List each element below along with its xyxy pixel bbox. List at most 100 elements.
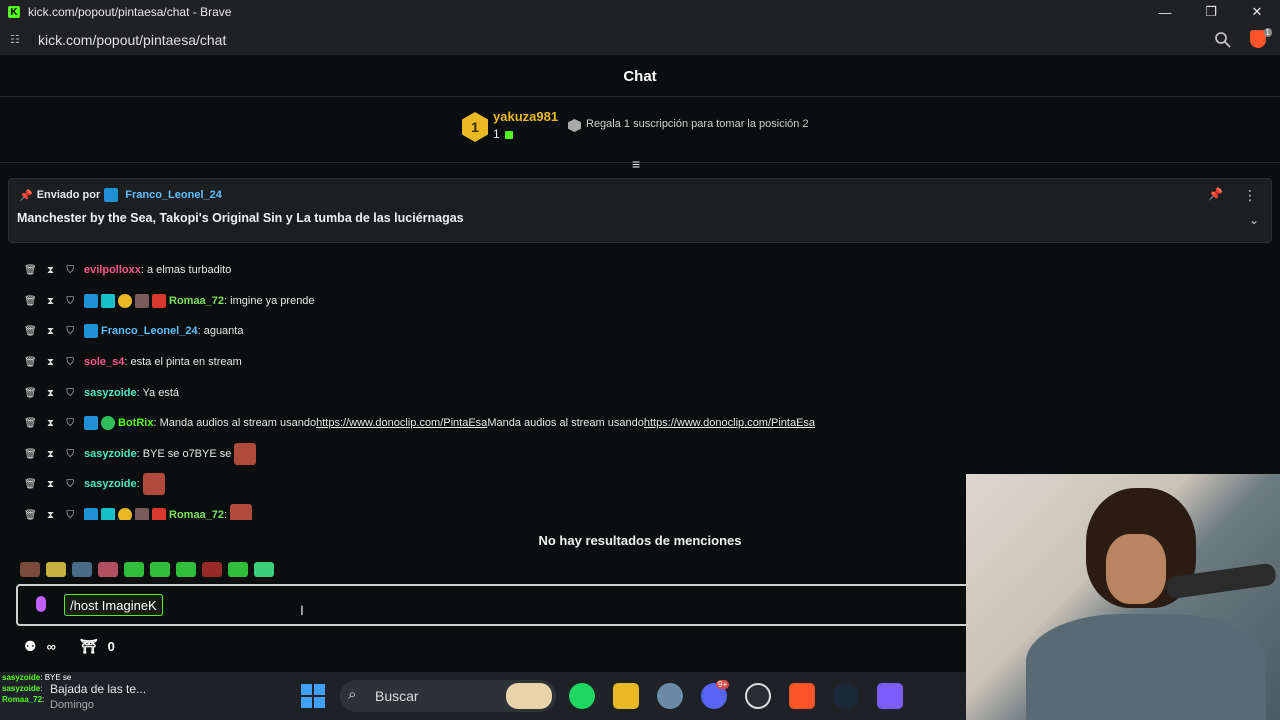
more-options-icon[interactable]: ⋮ (1243, 187, 1257, 204)
chat-message: 🗑 ⧗ ⛉ BotRix: Manda audios al stream usand… (24, 412, 815, 434)
timeout-icon[interactable]: ⧗ (45, 510, 57, 521)
message-text: : BYE se o7BYE se (136, 448, 232, 460)
donoclip-link[interactable]: https://www.donoclip.com/PintaEsa (644, 417, 815, 429)
timeout-icon[interactable]: ⧗ (45, 449, 57, 460)
delete-icon[interactable]: 🗑 (24, 296, 37, 307)
pinned-username[interactable]: Franco_Leonel_24 (125, 189, 222, 201)
chat-input[interactable]: /host ImagineK I (16, 584, 1016, 626)
emote-icon[interactable] (124, 562, 144, 577)
windows-start-icon[interactable] (301, 684, 325, 708)
pinned-message[interactable]: 📌 Enviado por Franco_Leonel_24 Mancheste… (8, 178, 1272, 243)
emote-icon[interactable] (202, 562, 222, 577)
leader-promo-text[interactable]: Regala 1 suscripción para tomar la posic… (586, 118, 809, 130)
message-username[interactable]: sole_s4 (84, 356, 124, 368)
emote-icon[interactable] (228, 562, 248, 577)
delete-icon[interactable]: 🗑 (24, 388, 37, 399)
message-text: : (224, 509, 228, 520)
url-text[interactable]: kick.com/popout/pintaesa/chat (38, 32, 226, 48)
chevron-down-icon[interactable]: ⌄ (1249, 213, 1259, 227)
ban-icon[interactable]: ⛉ (64, 510, 76, 521)
minimize-button[interactable]: — (1142, 0, 1188, 24)
gifter-badge-icon (118, 294, 132, 308)
ban-icon[interactable]: ⛉ (64, 479, 76, 490)
message-username[interactable]: Franco_Leonel_24 (101, 325, 198, 337)
emote-icon[interactable] (150, 562, 170, 577)
moderator-badge-icon (104, 188, 119, 202)
microphone-icon[interactable] (36, 596, 46, 612)
command-chip[interactable]: /host ImagineK (64, 594, 163, 616)
leader-username[interactable]: yakuza981 (493, 109, 558, 124)
search-placeholder[interactable]: Buscar (375, 688, 419, 704)
delete-icon[interactable]: 🗑 (24, 418, 37, 429)
timeout-icon[interactable]: ⧗ (45, 265, 57, 276)
message-username[interactable]: sasyzoide (84, 448, 137, 460)
ban-icon[interactable]: ⛉ (64, 265, 76, 276)
emote-icon[interactable] (20, 562, 40, 577)
steam-icon[interactable] (833, 683, 859, 709)
donoclip-link[interactable]: https://www.donoclip.com/PintaEsa (316, 417, 487, 429)
obs-icon[interactable] (745, 683, 771, 709)
settings-icon[interactable] (657, 683, 683, 709)
emote-icon[interactable] (98, 562, 118, 577)
emote-icon[interactable] (46, 562, 66, 577)
emote-icon[interactable] (72, 562, 92, 577)
unpin-icon[interactable]: 📌 (1208, 187, 1223, 201)
address-bar[interactable]: ☷ kick.com/popout/pintaesa/chat 1 (0, 24, 1280, 56)
delete-icon[interactable]: 🗑 (24, 479, 37, 490)
window-controls: — ❐ ✕ (1142, 0, 1280, 24)
timeout-icon[interactable]: ⧗ (45, 418, 57, 429)
delete-icon[interactable]: 🗑 (24, 265, 37, 276)
gift-box-icon[interactable]: ⛩ (80, 638, 98, 655)
emote-icon[interactable] (176, 562, 196, 577)
brave-taskbar-icon[interactable] (789, 683, 815, 709)
delete-icon[interactable]: 🗑 (24, 326, 37, 337)
ban-icon[interactable]: ⛉ (64, 418, 76, 429)
message-username[interactable]: Romaa_72 (169, 509, 224, 520)
timeout-icon[interactable]: ⧗ (45, 296, 57, 307)
timeout-icon[interactable]: ⧗ (45, 326, 57, 337)
overlay-username: sasyzoide (2, 673, 41, 682)
emote-icon[interactable] (254, 562, 274, 577)
maximize-button[interactable]: ❐ (1188, 0, 1234, 24)
chat-message: 🗑 ⧗ ⛉ evilpolloxx: a elmas turbadito (24, 259, 231, 281)
chat-message: 🗑 ⧗ ⛉ sasyzoide: BYE se o7BYE se (24, 443, 257, 465)
delete-icon[interactable]: 🗑 (24, 357, 37, 368)
spotify-icon[interactable] (569, 683, 595, 709)
ban-icon[interactable]: ⛉ (64, 388, 76, 399)
timeout-icon[interactable]: ⧗ (45, 388, 57, 399)
ban-icon[interactable]: ⛉ (64, 357, 76, 368)
mod-actions: 🗑 ⧗ ⛉ (24, 510, 76, 521)
ban-icon[interactable]: ⛉ (64, 326, 76, 337)
mod-actions: 🗑 ⧗ ⛉ (24, 418, 76, 429)
delete-icon[interactable]: 🗑 (24, 449, 37, 460)
ban-icon[interactable]: ⛉ (64, 296, 76, 307)
media-title[interactable]: Bajada de las te... (50, 682, 146, 696)
message-username[interactable]: Romaa_72 (169, 295, 224, 307)
timeout-icon[interactable]: ⧗ (45, 357, 57, 368)
site-settings-icon[interactable]: ☷ (10, 33, 24, 47)
message-username[interactable]: evilpolloxx (84, 264, 141, 276)
message-username[interactable]: sasyzoide (84, 478, 137, 490)
file-explorer-icon[interactable] (613, 683, 639, 709)
chat-footer: ⚉ ∞ ⛩ 0 (24, 638, 115, 655)
og-badge-icon (101, 508, 115, 520)
mod-actions: 🗑 ⧗ ⛉ (24, 479, 76, 490)
app-launcher-icon[interactable] (877, 683, 903, 709)
message-username[interactable]: sasyzoide (84, 387, 137, 399)
delete-icon[interactable]: 🗑 (24, 510, 37, 521)
message-username[interactable]: BotRix (118, 417, 153, 429)
message-text: : (136, 478, 140, 490)
zoom-icon[interactable] (1214, 31, 1232, 49)
close-button[interactable]: ✕ (1234, 0, 1280, 24)
ban-icon[interactable]: ⛉ (64, 449, 76, 460)
og-badge-icon (101, 294, 115, 308)
vip-badge-icon (152, 294, 166, 308)
overlay-username: sasyzoide (2, 684, 41, 693)
gift-leaderboard (0, 97, 1280, 163)
chat-title: Chat (623, 67, 657, 85)
timeout-icon[interactable]: ⧗ (45, 479, 57, 490)
pinned-text: Manchester by the Sea, Takopi's Original… (17, 211, 464, 225)
overlay-username: Romaa_72 (2, 695, 43, 704)
brave-shields-badge: 1 (1263, 28, 1272, 37)
users-icon[interactable]: ⚉ (24, 638, 37, 655)
